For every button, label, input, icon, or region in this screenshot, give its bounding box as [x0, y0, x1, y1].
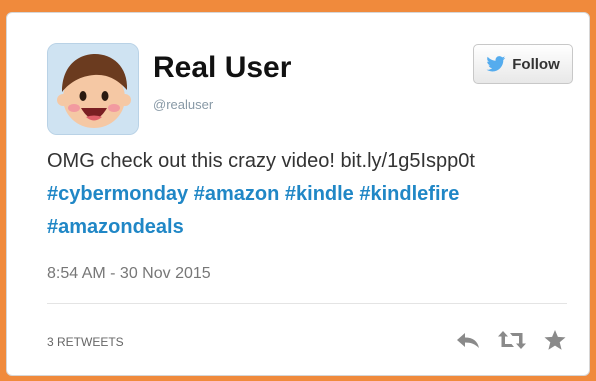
follow-button[interactable]: Follow — [473, 44, 573, 84]
twitter-bird-icon — [486, 56, 506, 72]
user-handle[interactable]: @realuser — [153, 97, 213, 112]
cartoon-face-icon — [48, 44, 138, 134]
hashtag-link[interactable]: #amazondeals — [47, 216, 184, 238]
hashtag-link[interactable]: #amazon — [194, 183, 280, 205]
tweet-body: OMG check out this crazy video! bit.ly/1… — [47, 150, 475, 172]
retweet-icon[interactable] — [497, 329, 527, 351]
retweet-count[interactable]: 3 RETWEETS — [47, 335, 124, 349]
display-name[interactable]: Real User — [153, 51, 291, 85]
hashtag-link[interactable]: #kindle — [285, 183, 354, 205]
tweet-text: OMG check out this crazy video! bit.ly/1… — [47, 145, 587, 244]
tweet-actions — [455, 329, 567, 351]
avatar[interactable] — [47, 43, 139, 135]
divider — [47, 303, 567, 304]
hashtag-link[interactable]: #kindlefire — [359, 183, 459, 205]
hashtag-link[interactable]: #cybermonday — [47, 183, 188, 205]
reply-icon[interactable] — [455, 330, 481, 350]
tweet-card: Real User @realuser Follow OMG check out… — [6, 12, 590, 376]
favorite-star-icon[interactable] — [543, 329, 567, 351]
follow-button-label: Follow — [512, 55, 560, 73]
tweet-timestamp[interactable]: 8:54 AM - 30 Nov 2015 — [47, 265, 211, 283]
